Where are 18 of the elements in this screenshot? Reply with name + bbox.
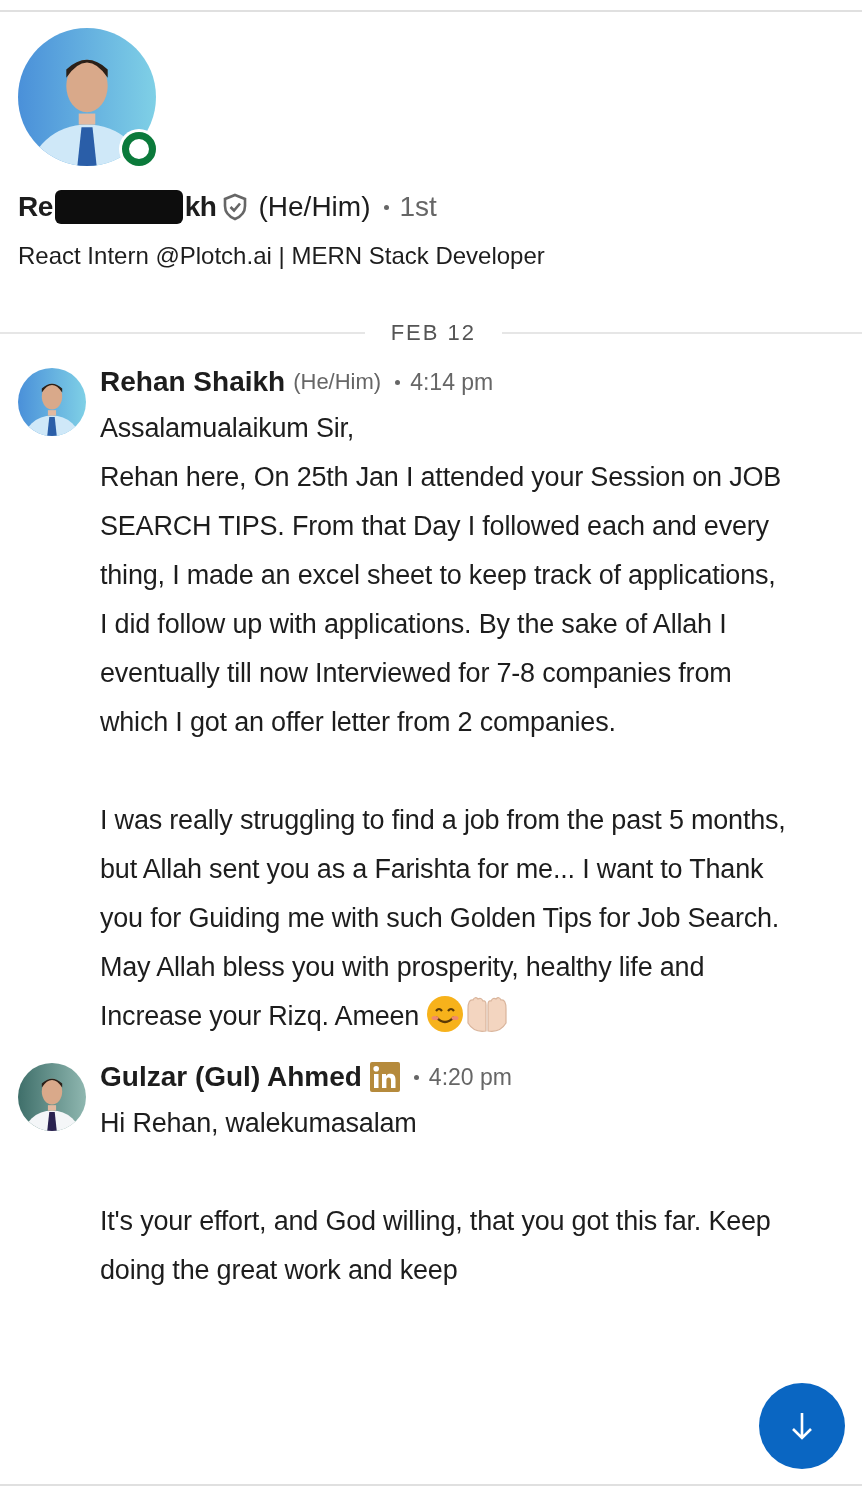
connection-degree: 1st bbox=[399, 191, 437, 223]
message-text: It's your effort, and God willing, that you got this far. Keep doing the great work and keep bbox=[100, 1205, 772, 1287]
separator-dot bbox=[384, 204, 390, 210]
profile-name[interactable]: Re kh bbox=[18, 190, 217, 224]
sender-name[interactable]: Rehan Shaikh bbox=[100, 366, 286, 398]
date-label: FEB 12 bbox=[389, 320, 477, 346]
sender-name[interactable]: Gulzar (Gul) Ahmed bbox=[100, 1061, 362, 1093]
message-time: 4:14 pm bbox=[410, 368, 494, 396]
profile-headline: React Intern @Plotch.ai | MERN Stack Developer bbox=[18, 242, 546, 270]
message-text: I was really struggling to find a job from the past 5 months, but Allah sent you as a Farishta for me... I want to Thank you for Guiding me with such Golden Tips for Job Search. May Allah bless you with prosperity, healthy life and Increase your Rizq. Ameen bbox=[100, 804, 787, 1035]
arrow-down-icon bbox=[791, 1411, 813, 1441]
pronouns: (He/Him) bbox=[293, 369, 382, 395]
separator-dot bbox=[413, 1074, 419, 1080]
separator-dot bbox=[395, 379, 401, 385]
message-text: Hi Rehan, walekumasalam bbox=[100, 1107, 418, 1140]
message-time: 4:20 pm bbox=[428, 1063, 512, 1091]
message-text: Assalamualaikum Sir, Rehan here, On 25th Jan I attended your Session on JOB SEARCH TIPS. From that Day I followed each and every thing, I made an excel sheet to keep track of applications, I did follow up with applications. By the sake of Allah I eventually till now Interviewed for 7-8 companies from which I got an offer letter from 2 companies. bbox=[100, 412, 783, 739]
pronouns: (He/Him) bbox=[258, 191, 371, 223]
